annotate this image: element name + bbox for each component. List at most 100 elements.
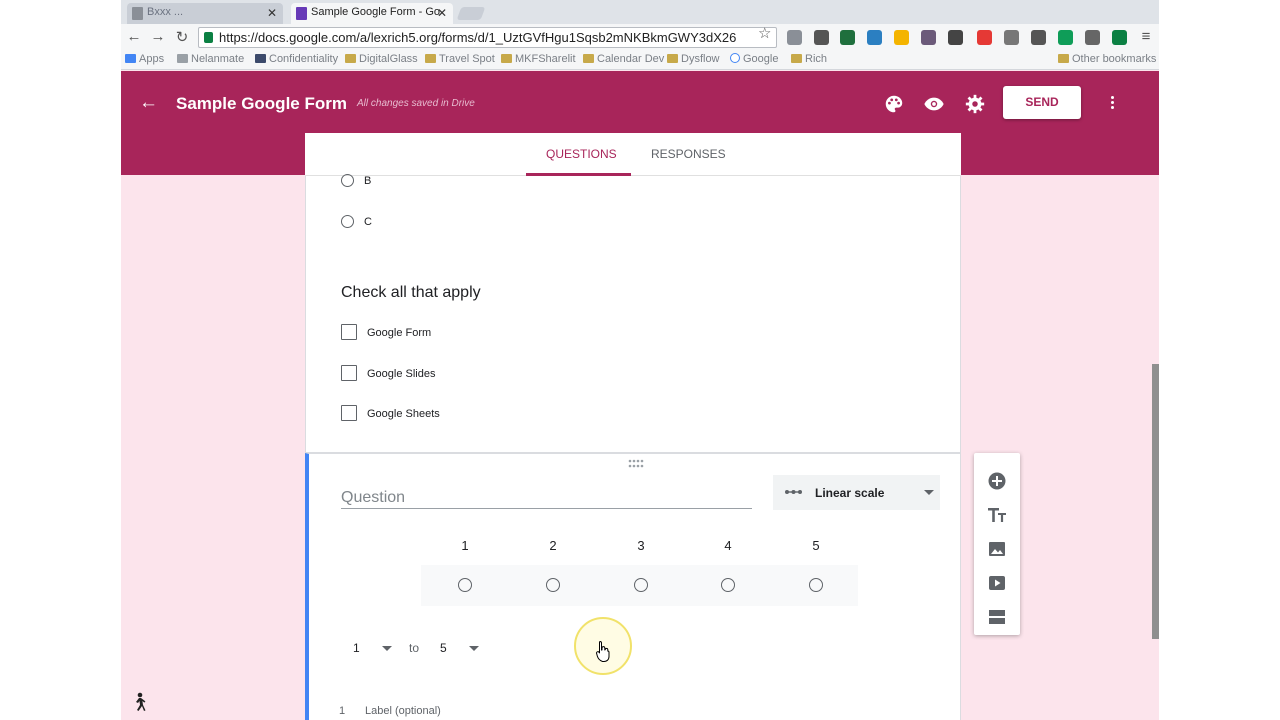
- bookmark-item[interactable]: MKFSharelit: [501, 53, 576, 65]
- more-vert-icon[interactable]: [1111, 96, 1115, 111]
- address-bar[interactable]: https://docs.google.com/a/lexrich5.org/f…: [198, 27, 777, 48]
- apps-icon: [125, 54, 136, 63]
- bookmark-item[interactable]: Calendar Dev: [583, 53, 664, 65]
- tab-strip: Bxxx ... ✕ Sample Google Form - Go ✕: [121, 0, 1159, 24]
- extension-icon[interactable]: [1004, 30, 1019, 45]
- question-type-dropdown[interactable]: Linear scale: [773, 475, 940, 510]
- back-nav-icon[interactable]: ←: [125, 28, 143, 45]
- bookmark-item[interactable]: DigitalGlass: [345, 53, 418, 65]
- extension-icon[interactable]: [977, 30, 992, 45]
- extension-icon[interactable]: [1112, 30, 1127, 45]
- radio-circle-icon[interactable]: [341, 174, 354, 187]
- scale-number: 2: [549, 538, 557, 553]
- new-tab-button[interactable]: [456, 7, 486, 20]
- browser-tab-active[interactable]: Sample Google Form - Go ✕: [291, 3, 453, 24]
- tab-questions[interactable]: QUESTIONS: [546, 147, 617, 161]
- folder-icon: [583, 54, 594, 63]
- form-title[interactable]: Sample Google Form: [176, 94, 347, 114]
- url-text: https://docs.google.com/a/lexrich5.org/f…: [219, 30, 737, 45]
- label-input[interactable]: Label (optional): [365, 705, 441, 717]
- dropdown-caret-icon: [924, 490, 934, 495]
- scale-number: 3: [637, 538, 645, 553]
- add-image-icon[interactable]: [987, 539, 1007, 559]
- checkbox-option[interactable]: Google Sheets: [341, 405, 440, 421]
- checkbox-option[interactable]: Google Form: [341, 324, 431, 340]
- tab-responses[interactable]: RESPONSES: [651, 147, 726, 161]
- bookmark-item[interactable]: Apps: [125, 53, 164, 65]
- question-title-input[interactable]: Question: [341, 487, 752, 509]
- folder-icon: [791, 54, 802, 63]
- scale-number: 1: [461, 538, 469, 553]
- form-tabs: QUESTIONS RESPONSES: [305, 133, 961, 176]
- browser-window: Bxxx ... ✕ Sample Google Form - Go ✕ ← →…: [121, 0, 1159, 720]
- scale-min-caret-icon[interactable]: [382, 646, 392, 651]
- add-section-icon[interactable]: [987, 607, 1007, 627]
- bookmark-item[interactable]: Google: [730, 53, 778, 65]
- range-to-label: to: [409, 641, 420, 655]
- close-tab-icon[interactable]: ✕: [437, 6, 447, 20]
- linear-scale-icon: [785, 490, 802, 494]
- extension-icon[interactable]: [867, 30, 882, 45]
- extension-icon[interactable]: [840, 30, 855, 45]
- hand-cursor-icon: [596, 640, 610, 662]
- label-index: 1: [339, 705, 346, 717]
- extension-icon[interactable]: [787, 30, 802, 45]
- back-arrow-icon[interactable]: ←: [139, 92, 158, 114]
- folder-icon: [501, 54, 512, 63]
- extension-icon[interactable]: [1085, 30, 1100, 45]
- bookmark-item[interactable]: Dysflow: [667, 53, 720, 65]
- radio-option[interactable]: C: [341, 215, 372, 228]
- active-question-card[interactable]: Question Linear scale 1 2 3 4 5 1 to 5 1…: [305, 453, 961, 720]
- scale-min-select[interactable]: 1: [353, 641, 360, 655]
- other-bookmarks[interactable]: Other bookmarks: [1058, 53, 1156, 65]
- question-type-label: Linear scale: [815, 486, 885, 500]
- add-video-icon[interactable]: [987, 573, 1007, 593]
- folder-icon: [1058, 54, 1069, 63]
- browser-menu-icon[interactable]: ≡: [1137, 28, 1155, 45]
- question-card[interactable]: B C Check all that apply Google Form Goo…: [305, 174, 961, 453]
- bookmark-item[interactable]: Rich: [791, 53, 827, 65]
- side-toolbar: [974, 453, 1020, 635]
- scale-radio-icon: [634, 578, 648, 592]
- bookmark-item[interactable]: Travel Spot: [425, 53, 495, 65]
- checkbox-option[interactable]: Google Slides: [341, 365, 436, 381]
- drag-handle-icon[interactable]: [628, 459, 644, 469]
- checkbox-icon[interactable]: [341, 324, 357, 340]
- scale-max-caret-icon[interactable]: [469, 646, 479, 651]
- browser-tab-inactive[interactable]: Bxxx ... ✕: [127, 3, 283, 24]
- browser-tab-label: Bxxx ...: [147, 6, 184, 18]
- extension-icon[interactable]: [814, 30, 829, 45]
- lock-icon: [204, 32, 213, 43]
- extension-icon[interactable]: [921, 30, 936, 45]
- scale-max-select[interactable]: 5: [440, 641, 447, 655]
- pocket-extension-icon[interactable]: [1031, 30, 1046, 45]
- drive-extension-icon[interactable]: [894, 30, 909, 45]
- reload-icon[interactable]: ↻: [173, 28, 191, 46]
- browser-toolbar: ← → ↻ https://docs.google.com/a/lexrich5…: [121, 24, 1159, 51]
- extension-icon[interactable]: [1058, 30, 1073, 45]
- radio-option[interactable]: B: [341, 174, 371, 187]
- preview-eye-icon[interactable]: [923, 93, 945, 115]
- forward-nav-icon[interactable]: →: [149, 28, 167, 45]
- add-question-icon[interactable]: [987, 471, 1007, 491]
- page-scrollbar[interactable]: [1152, 364, 1159, 639]
- question-title: Check all that apply: [341, 284, 481, 301]
- checkbox-icon[interactable]: [341, 405, 357, 421]
- close-tab-icon[interactable]: ✕: [267, 6, 277, 20]
- extension-icon[interactable]: [948, 30, 963, 45]
- radio-circle-icon[interactable]: [341, 215, 354, 228]
- checkbox-icon[interactable]: [341, 365, 357, 381]
- add-title-text-icon[interactable]: [987, 505, 1007, 525]
- scale-radio-icon: [546, 578, 560, 592]
- forms-favicon-icon: [296, 7, 307, 20]
- palette-icon[interactable]: [883, 93, 905, 115]
- send-button[interactable]: SEND: [1003, 86, 1081, 119]
- bookmark-item[interactable]: Nelanmate: [177, 53, 244, 65]
- settings-gear-icon[interactable]: [964, 93, 986, 115]
- bookmark-star-icon[interactable]: ☆: [758, 24, 771, 42]
- presenter-person-icon: [136, 692, 146, 711]
- scale-number: 4: [724, 538, 732, 553]
- bookmarks-bar: Apps Nelanmate Confidentiality DigitalGl…: [121, 51, 1159, 70]
- bookmark-item[interactable]: Confidentiality: [255, 53, 338, 65]
- scale-number: 5: [812, 538, 820, 553]
